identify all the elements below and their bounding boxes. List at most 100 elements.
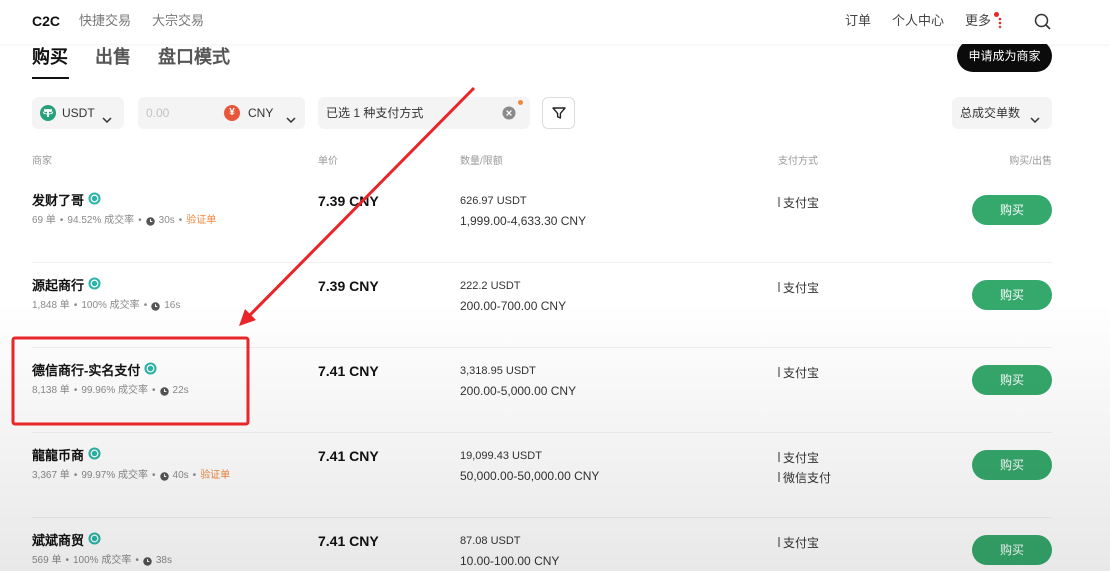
sort-select-value: 总成交单数 (960, 106, 1021, 120)
header-payment: 支付方式 (778, 156, 818, 167)
payment-indicator-bar (778, 472, 780, 482)
available-quantity: 87.08 USDT (460, 535, 521, 547)
payment-method-label: 支付宝 (783, 195, 820, 210)
payment-method-item: 支付宝 (778, 447, 831, 467)
order-count: 1,848 单 (32, 300, 70, 311)
order-count: 69 单 (32, 215, 56, 226)
available-quantity: 222.2 USDT (460, 280, 521, 292)
chevron-down-icon[interactable] (286, 110, 296, 124)
avg-release-time: 16s (164, 300, 181, 311)
nav-block-trade[interactable]: 大宗交易 (152, 0, 204, 44)
order-limit: 50,000.00-50,000.00 CNY (460, 469, 600, 483)
tab-sell[interactable]: 出售 (95, 44, 131, 70)
merchant-row: 斌斌商贸 569 单 • 100% 成交率 • 38s 7.41 CNY 87.… (0, 520, 1110, 571)
verification-tag: 验证单 (186, 215, 217, 226)
clock-icon (151, 301, 160, 311)
payment-indicator-bar (778, 452, 780, 462)
payment-method-item: 支付宝 (778, 192, 819, 212)
verified-icon (88, 277, 101, 295)
verified-icon (144, 362, 157, 380)
header-quantity-limit: 数量/限额 (460, 156, 503, 167)
merchant-name[interactable]: 源起商行 (32, 277, 84, 295)
payment-methods: 支付宝 (778, 362, 819, 382)
completion-rate: 94.52% 成交率 (67, 215, 135, 226)
fiat-select[interactable]: CNY (248, 97, 273, 129)
separator-dot: • (59, 215, 64, 226)
payment-method-item: 微信支付 (778, 467, 831, 487)
sort-select[interactable]: 总成交单数 (952, 97, 1052, 129)
completion-rate: 99.97% 成交率 (81, 470, 149, 481)
unit-price: 7.41 CNY (318, 448, 379, 464)
merchant-name-cell: 德信商行-实名支付 (32, 362, 157, 380)
payment-method-value: 已选 1 种支付方式 (326, 106, 424, 120)
payment-methods: 支付宝 微信支付 (778, 447, 831, 487)
nav-quick-trade[interactable]: 快捷交易 (79, 0, 131, 44)
unit-price: 7.39 CNY (318, 278, 379, 294)
avg-release-time: 30s (158, 215, 175, 226)
verified-icon (88, 192, 101, 210)
completion-rate: 100% 成交率 (81, 300, 140, 311)
chevron-down-icon (1030, 110, 1040, 124)
amount-input-group: 0.00 ¥ CNY (138, 97, 305, 129)
unit-price: 7.41 CNY (318, 363, 379, 379)
payment-indicator-bar (778, 537, 780, 547)
search-icon[interactable] (1034, 13, 1051, 30)
buy-button[interactable]: 购买 (972, 280, 1052, 310)
separator-dot: • (73, 385, 78, 396)
merchant-name[interactable]: 斌斌商贸 (32, 532, 84, 550)
payment-method-label: 微信支付 (783, 470, 832, 485)
amount-input[interactable]: 0.00 (146, 97, 169, 129)
crypto-select-value: USDT (62, 106, 95, 120)
buy-button[interactable]: 购买 (972, 195, 1052, 225)
merchant-name-cell: 龍龍币商 (32, 447, 101, 465)
tether-icon (40, 105, 56, 121)
payment-indicator-bar (778, 367, 780, 377)
tab-buy[interactable]: 购买 (32, 44, 68, 70)
merchant-stats: 69 单 • 94.52% 成交率 • 30s • 验证单 (32, 215, 216, 227)
row-divider (32, 347, 1052, 348)
payment-method-item: 支付宝 (778, 532, 819, 552)
order-limit: 200.00-700.00 CNY (460, 299, 567, 313)
separator-dot: • (143, 300, 148, 311)
merchant-stats: 1,848 单 • 100% 成交率 • 16s (32, 300, 180, 312)
buy-button[interactable]: 购买 (972, 535, 1052, 565)
avg-release-time: 40s (172, 470, 189, 481)
merchant-name[interactable]: 发财了哥 (32, 192, 84, 210)
available-quantity: 3,318.95 USDT (460, 365, 536, 377)
unit-price: 7.41 CNY (318, 533, 379, 549)
crypto-select[interactable]: USDT (32, 97, 124, 129)
nav-c2c[interactable]: C2C (32, 0, 60, 44)
payment-method-label: 支付宝 (783, 280, 820, 295)
nav-profile[interactable]: 个人中心 (892, 0, 944, 44)
separator-dot: • (135, 555, 139, 566)
merchant-name[interactable]: 龍龍币商 (32, 447, 84, 465)
merchant-name[interactable]: 德信商行-实名支付 (32, 362, 140, 380)
merchant-stats: 3,367 单 • 99.97% 成交率 • 40s • 验证单 (32, 470, 230, 482)
available-quantity: 19,099.43 USDT (460, 450, 542, 462)
buy-button[interactable]: 购买 (972, 450, 1052, 480)
row-divider (32, 432, 1052, 433)
cny-icon: ¥ (224, 105, 240, 121)
row-divider (32, 517, 1052, 518)
clear-icon[interactable] (502, 106, 516, 120)
tab-orderbook-mode[interactable]: 盘口模式 (158, 44, 230, 70)
top-nav: C2C 快捷交易 大宗交易 订单 个人中心 更多 (0, 0, 1110, 44)
payment-indicator-bar (778, 197, 780, 207)
vertical-dots-icon[interactable] (998, 16, 1002, 29)
available-quantity: 626.97 USDT (460, 195, 527, 207)
buy-button[interactable]: 购买 (972, 365, 1052, 395)
payment-method-select[interactable]: 已选 1 种支付方式 (318, 97, 530, 129)
nav-orders[interactable]: 订单 (845, 0, 871, 44)
order-limit: 10.00-100.00 CNY (460, 554, 560, 568)
clock-icon (159, 471, 169, 481)
merchant-name-cell: 斌斌商贸 (32, 532, 101, 550)
payment-method-label: 支付宝 (783, 365, 820, 380)
separator-dot: • (152, 385, 156, 396)
separator-dot: • (138, 215, 142, 226)
nav-more[interactable]: 更多 (965, 0, 991, 44)
apply-merchant-button[interactable]: 申请成为商家 (957, 40, 1052, 72)
payment-method-item: 支付宝 (778, 277, 819, 297)
filter-button[interactable] (542, 97, 575, 129)
avg-release-time: 38s (155, 555, 172, 566)
payment-method-label: 支付宝 (783, 450, 820, 465)
